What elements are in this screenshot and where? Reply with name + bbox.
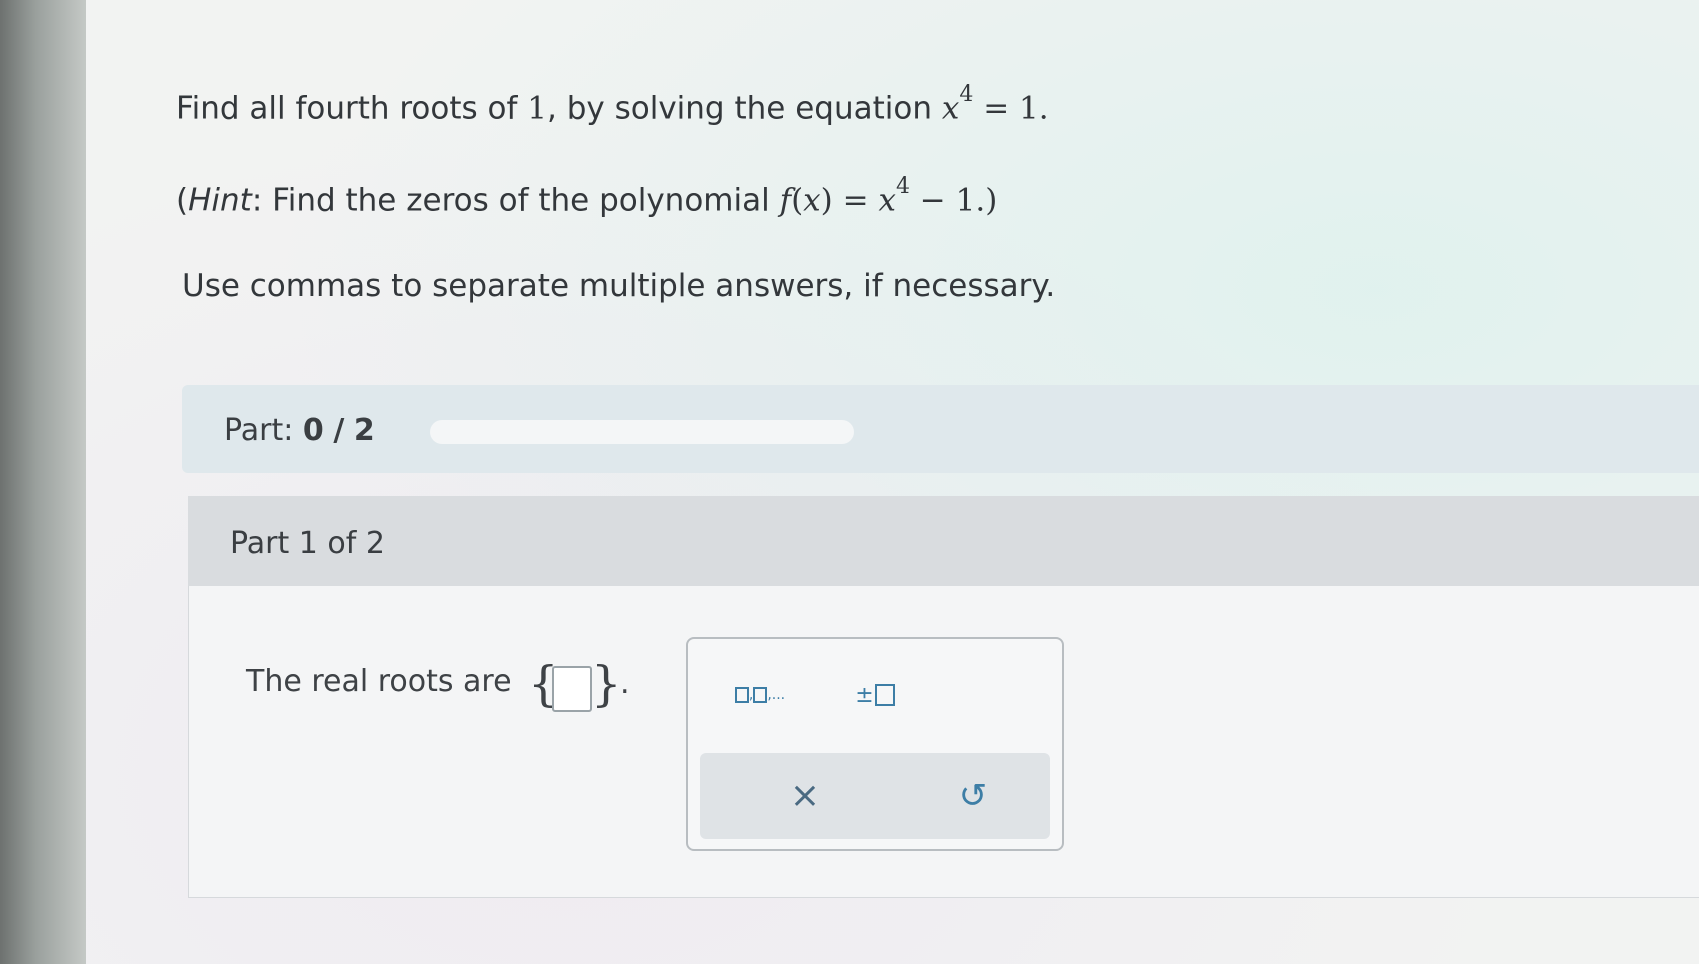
answer-period: . xyxy=(620,666,630,701)
question-line-1: Find all fourth roots of 1, by solving t… xyxy=(176,82,1049,127)
math-exponent: 4 xyxy=(895,174,910,199)
answer-input[interactable] xyxy=(552,666,592,712)
hint-line: (Hint: Find the zeros of the polynomial … xyxy=(176,174,998,219)
math-variable: x xyxy=(941,90,960,127)
plus-minus-button[interactable]: ± xyxy=(846,677,904,713)
question-text: Find all fourth roots of xyxy=(176,90,518,127)
question-text: , by solving the equation xyxy=(547,90,932,127)
screen-bezel xyxy=(0,0,90,964)
progress-total: 2 xyxy=(353,413,375,448)
part-progress-bar xyxy=(182,385,1699,473)
part-header xyxy=(188,496,1699,586)
hint-text: : Find the zeros of the polynomial xyxy=(251,182,770,219)
math-paren: ( xyxy=(791,182,804,219)
progress-track xyxy=(430,420,854,444)
part-title: Part 1 of 2 xyxy=(230,526,385,561)
hint-paren: ( xyxy=(176,182,189,219)
math-keypad: ,,... ± × ↺ xyxy=(686,637,1064,851)
math-paren: ) xyxy=(820,182,833,219)
hint-word: Hint xyxy=(188,182,252,219)
clear-button[interactable]: × xyxy=(780,773,830,819)
box-icon xyxy=(874,684,895,706)
close-icon: × xyxy=(789,775,821,816)
undo-icon: ↺ xyxy=(958,776,988,816)
math-variable: x xyxy=(803,182,821,219)
plus-minus-icon: ± xyxy=(855,682,874,708)
math-exponent: 4 xyxy=(959,82,974,107)
progress-completed: 0 xyxy=(302,413,324,448)
undo-button[interactable]: ↺ xyxy=(948,773,998,819)
math-variable: x xyxy=(878,182,896,219)
answer-label: The real roots are xyxy=(246,664,512,699)
list-template-button[interactable]: ,,... xyxy=(714,677,806,713)
brace-close: } xyxy=(591,656,622,712)
instruction-text: Use commas to separate multiple answers,… xyxy=(182,268,1056,304)
progress-separator: / xyxy=(333,413,345,448)
math-function: f xyxy=(779,182,792,219)
box-icon xyxy=(753,687,768,703)
keypad-action-bar: × ↺ xyxy=(700,753,1050,839)
math-equation: = 1. xyxy=(983,90,1049,127)
math-expression: − 1.) xyxy=(909,182,998,219)
box-icon xyxy=(734,687,749,703)
list-suffix-text: ,... xyxy=(767,687,786,703)
progress-label-text: Part: xyxy=(224,413,294,448)
math-equals: = xyxy=(832,182,879,219)
math-number: 1 xyxy=(527,90,548,127)
part-progress-label: Part: 0 / 2 xyxy=(224,413,375,448)
